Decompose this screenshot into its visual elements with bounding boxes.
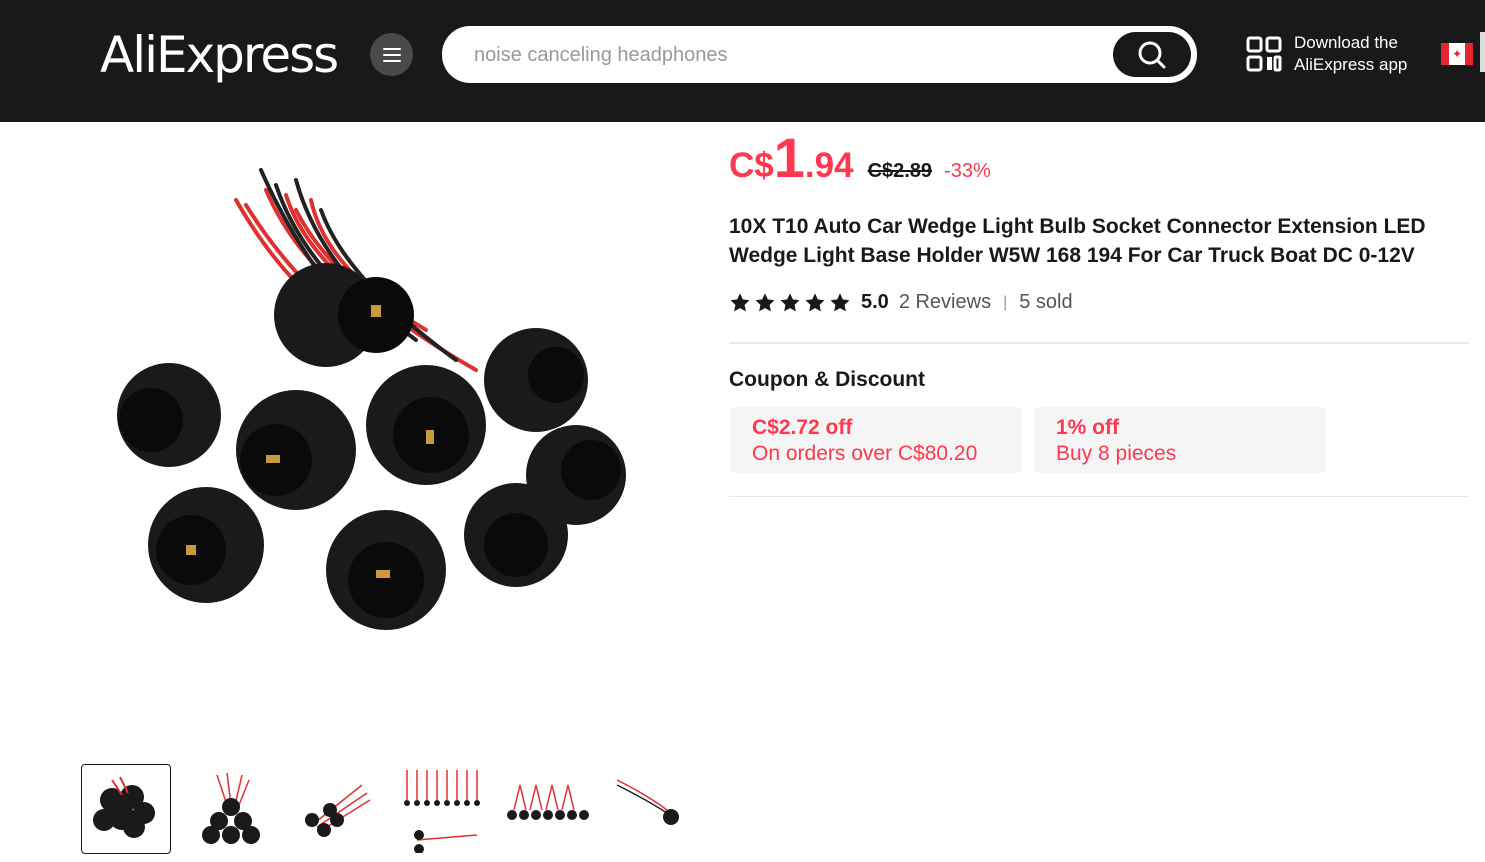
coupon-headline: C$2.72 off: [752, 416, 853, 439]
thumbnail-5[interactable]: [501, 764, 591, 854]
coupon-detail: Buy 8 pieces: [1056, 442, 1177, 465]
reviews-link[interactable]: 2 Reviews: [899, 291, 991, 314]
search-button[interactable]: [1113, 32, 1191, 77]
search-bar: [442, 26, 1197, 83]
thumbnail-2[interactable]: [186, 764, 276, 854]
star-icon: [730, 292, 750, 311]
coupon-section-title: Coupon & Discount: [729, 368, 925, 391]
download-line-1: Download the: [1294, 33, 1398, 52]
canada-flag-icon[interactable]: ✦: [1441, 43, 1473, 65]
site-header: AliExpress Download the AliExpress app ✦: [0, 0, 1485, 122]
search-icon: [1138, 41, 1166, 68]
product-main-image[interactable]: [96, 150, 666, 650]
star-icon: [830, 292, 850, 311]
thumbnail-4[interactable]: [396, 764, 486, 854]
header-edge-strip: [1480, 32, 1485, 72]
download-text: Download the AliExpress app: [1294, 32, 1407, 76]
search-input[interactable]: [474, 40, 1094, 70]
thumbnail-1[interactable]: [81, 764, 171, 854]
thumbnail-3[interactable]: [291, 764, 381, 854]
divider: [729, 496, 1469, 497]
star-rating[interactable]: [729, 292, 851, 314]
rating-row: 5.0 2 Reviews | 5 sold: [729, 291, 1073, 314]
product-title: 10X T10 Auto Car Wedge Light Bulb Socket…: [729, 215, 1426, 267]
star-icon: [780, 292, 800, 311]
thumbnail-6[interactable]: [606, 764, 696, 854]
divider: [729, 342, 1469, 344]
coupon-card[interactable]: 1% off Buy 8 pieces: [1034, 407, 1326, 473]
coupon-headline: 1% off: [1056, 416, 1119, 439]
original-price: C$2.89: [867, 160, 933, 182]
category-menu-button[interactable]: [370, 33, 413, 76]
discount-percent: -33%: [944, 160, 991, 182]
coupon-card[interactable]: C$2.72 off On orders over C$80.20: [730, 407, 1022, 473]
qr-code-icon: [1246, 36, 1282, 72]
rating-score: 5.0: [861, 291, 889, 313]
hamburger-icon: [382, 47, 401, 62]
price-currency: C$: [729, 146, 774, 185]
download-line-2: AliExpress app: [1294, 55, 1408, 74]
price-integer: 1: [773, 126, 805, 189]
aliexpress-logo[interactable]: AliExpress: [100, 26, 339, 84]
price-decimal: .94: [804, 146, 854, 185]
star-icon: [805, 292, 825, 311]
coupon-detail: On orders over C$80.20: [752, 442, 978, 465]
star-icon: [755, 292, 775, 311]
separator: |: [1003, 293, 1008, 311]
sold-count: 5 sold: [1019, 291, 1073, 313]
download-app-link[interactable]: Download the AliExpress app: [1246, 32, 1407, 76]
thumbnail-strip: [81, 764, 696, 854]
price-block: C$ 1 .94 C$2.89 -33%: [729, 128, 991, 188]
